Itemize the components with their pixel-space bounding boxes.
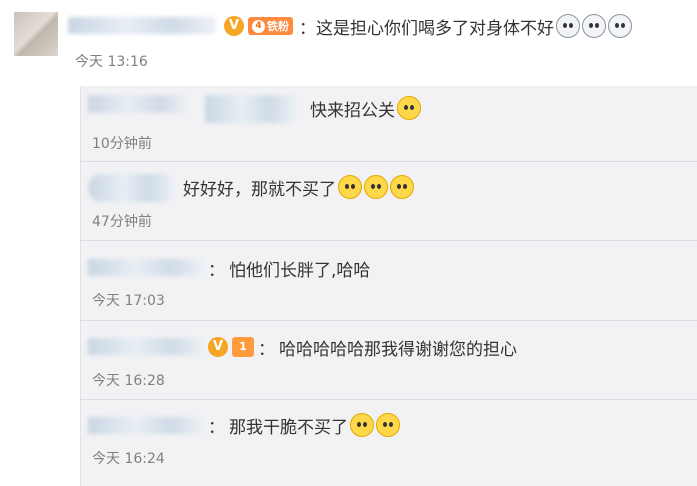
- doge-icon: [390, 175, 414, 199]
- reply-4-text: 哈哈哈哈哈那我得谢谢您的担心: [279, 339, 517, 360]
- level-badge: 1: [232, 337, 254, 357]
- divider: [80, 161, 697, 162]
- comment-colon: ：: [299, 18, 316, 39]
- husky-icon: [582, 14, 606, 38]
- doge-icon: [397, 96, 421, 120]
- verified-v-icon: V: [224, 16, 244, 36]
- husky-icon: [556, 14, 580, 38]
- divider: [80, 320, 697, 321]
- husky-icon: [608, 14, 632, 38]
- fan-badge: 4 铁粉: [248, 17, 293, 35]
- reply-1-line: 快来招公关: [310, 95, 421, 121]
- main-comment-line: V 4 铁粉 ： 这是担心你们喝多了对身体不好: [218, 12, 632, 40]
- reply-3-text: 怕他们长胖了,哈哈: [229, 260, 371, 281]
- verified-v-icon: V: [208, 337, 228, 357]
- doge-icon: [338, 175, 362, 199]
- reply-username-blurred[interactable]: [205, 95, 297, 123]
- reply-5-time: 今天 16:24: [92, 451, 165, 467]
- divider: [80, 399, 697, 400]
- main-comment-time: 今天 13:16: [75, 54, 148, 70]
- reply-5-line: ： 那我干脆不买了: [208, 412, 400, 438]
- username-blurred[interactable]: [68, 17, 216, 34]
- reply-username-blurred[interactable]: [88, 174, 176, 202]
- reply-4-time: 今天 16:28: [92, 373, 165, 389]
- reply-3-colon: ：: [208, 260, 225, 281]
- doge-icon: [376, 413, 400, 437]
- reply-username-blurred[interactable]: [88, 338, 206, 355]
- reply-1-text: 快来招公关: [310, 100, 395, 121]
- doge-icon: [350, 413, 374, 437]
- reply-1-time: 10分钟前: [92, 136, 152, 152]
- reply-4-colon: ：: [258, 339, 275, 360]
- divider: [80, 240, 697, 241]
- reply-5-text: 那我干脆不买了: [229, 417, 348, 438]
- reply-3-line: ： 怕他们长胖了,哈哈: [208, 255, 370, 281]
- main-comment-text: 这是担心你们喝多了对身体不好: [316, 18, 554, 39]
- reply-2-text: 好好好，那就不买了: [183, 179, 336, 200]
- reply-username-blurred[interactable]: [88, 417, 206, 434]
- avatar[interactable]: [14, 12, 58, 56]
- reply-2-time: 47分钟前: [92, 214, 152, 230]
- reply-4-line: V 1 ： 哈哈哈哈哈那我得谢谢您的担心: [208, 334, 517, 360]
- reply-3-time: 今天 17:03: [92, 293, 165, 309]
- reply-username-blurred[interactable]: [88, 259, 206, 276]
- doge-icon: [364, 175, 388, 199]
- reply-2-line: 好好好，那就不买了: [183, 174, 414, 200]
- reply-5-colon: ：: [208, 417, 225, 438]
- reply-username-blurred[interactable]: [88, 95, 190, 113]
